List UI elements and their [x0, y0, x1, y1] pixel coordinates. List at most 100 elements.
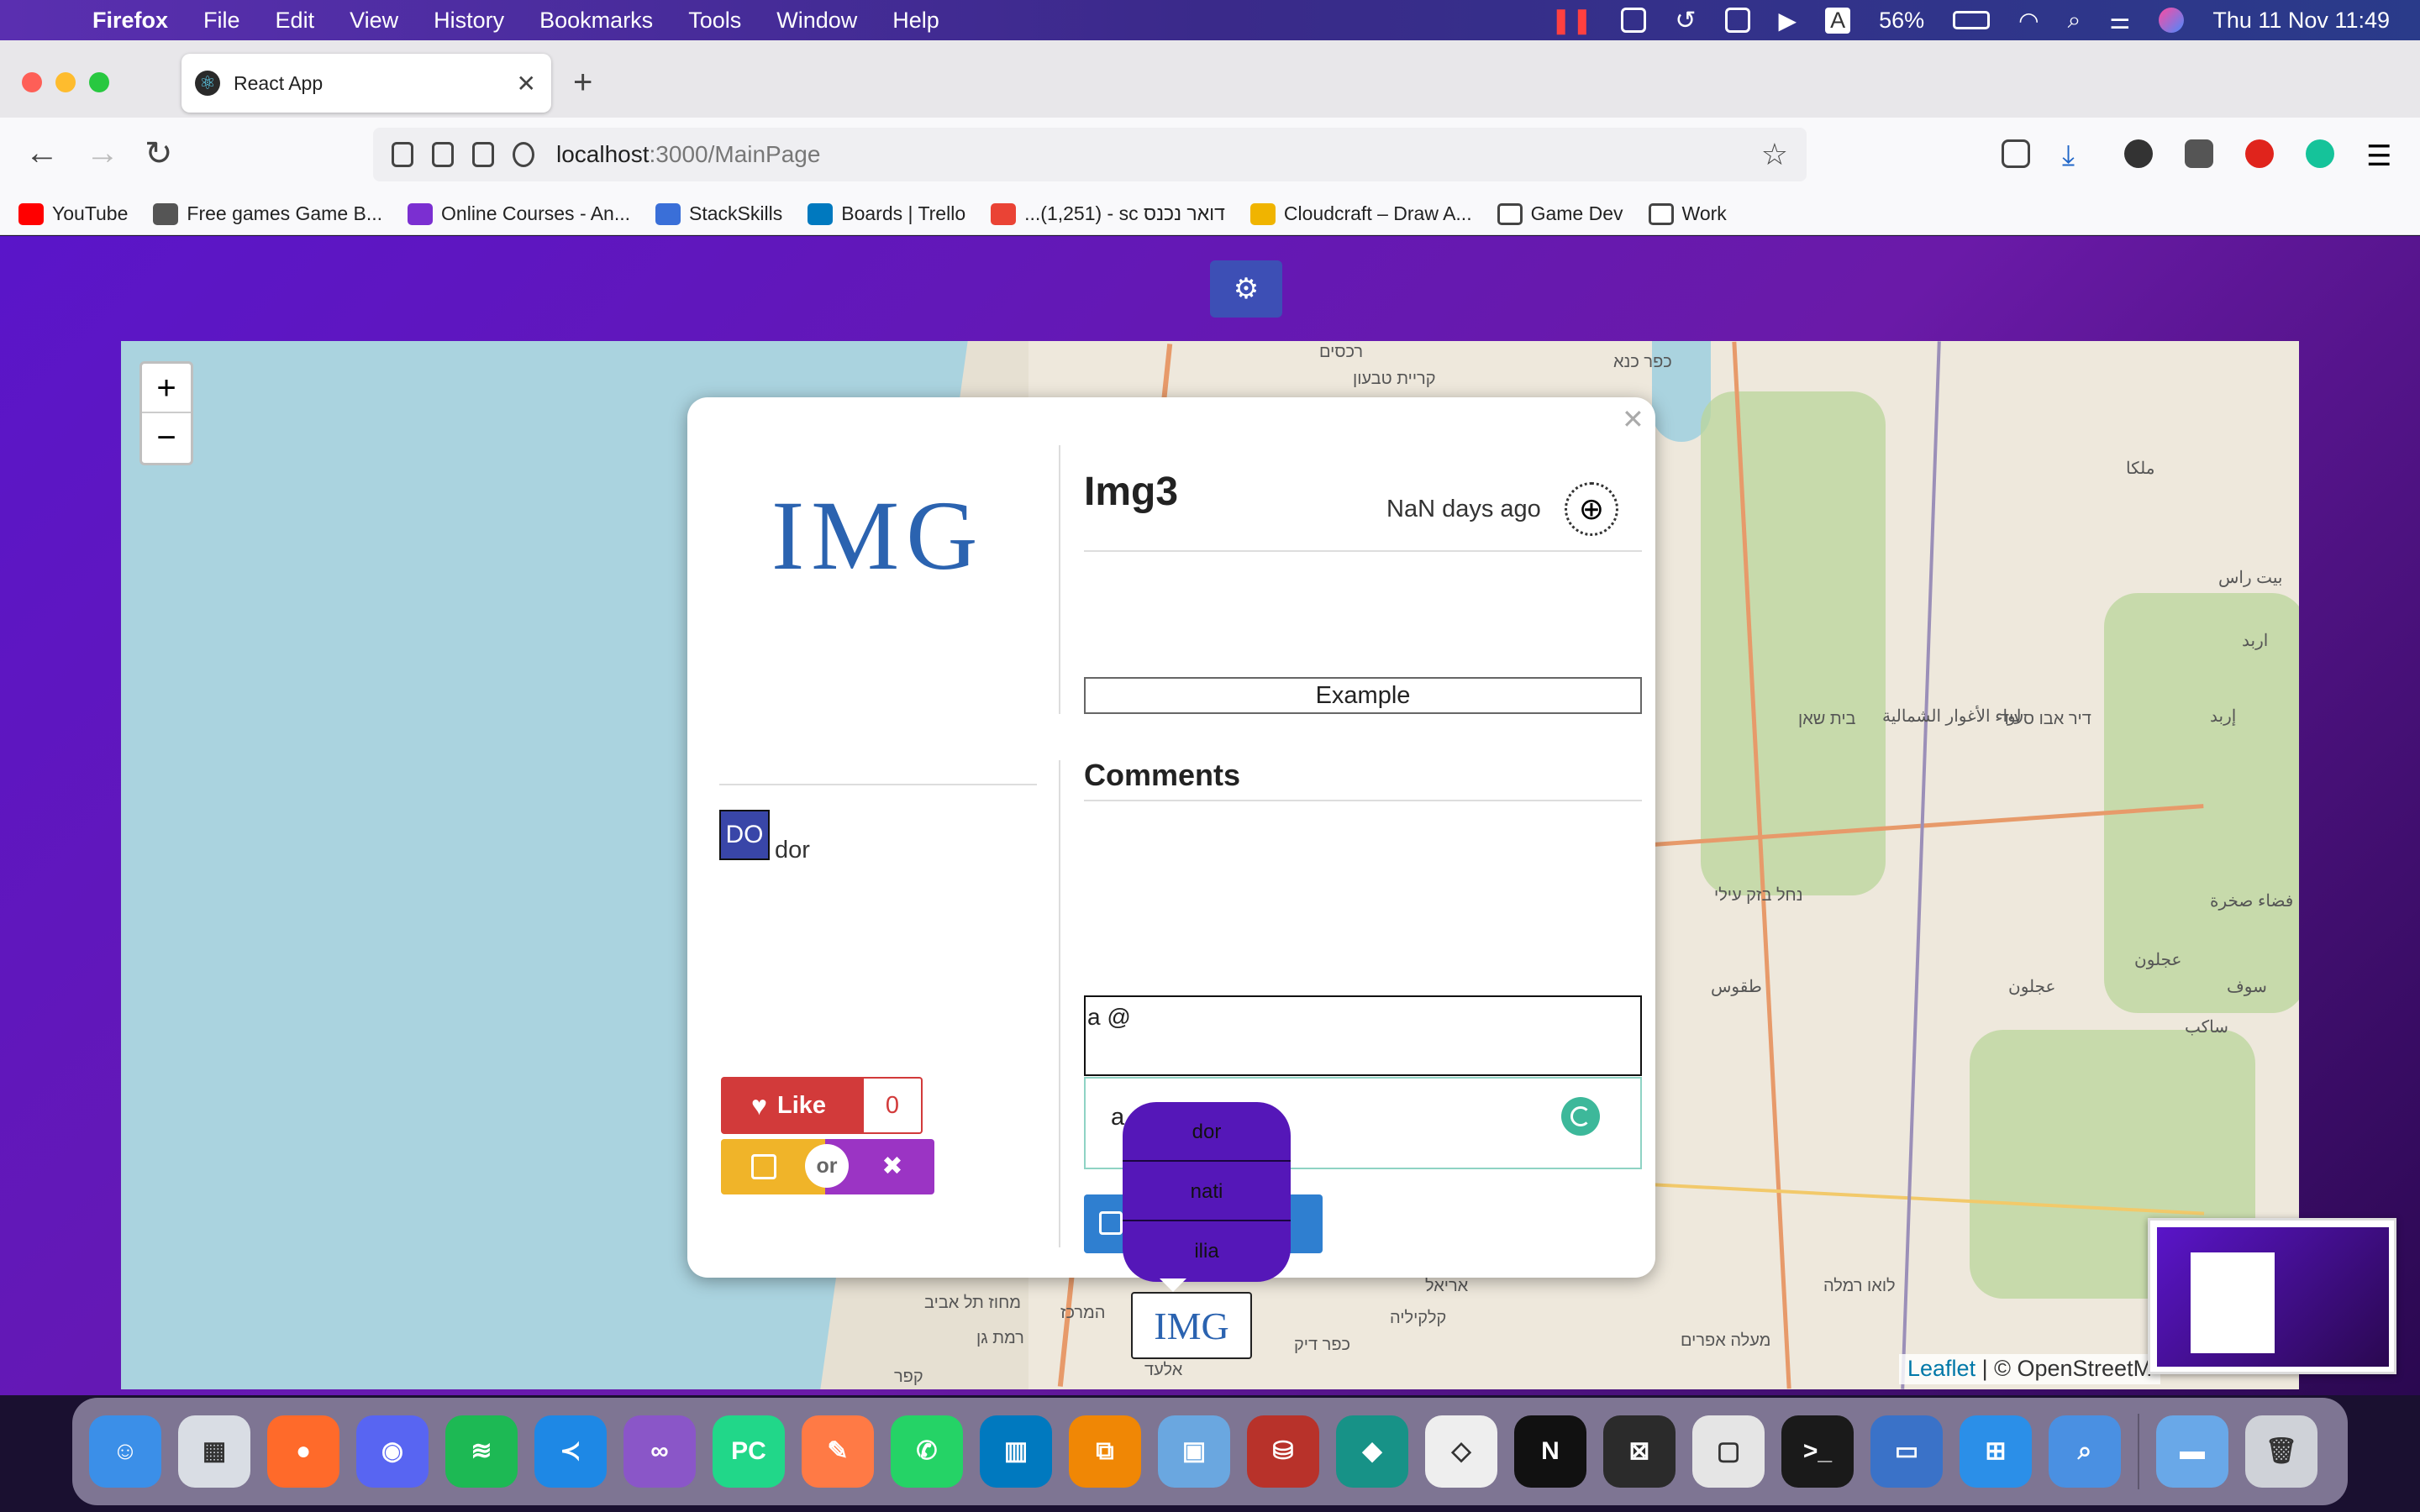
zoom-in-button[interactable]: +	[142, 364, 191, 413]
heart-icon: ♥	[751, 1089, 767, 1121]
bookmark-star-icon[interactable]: ☆	[1761, 137, 1788, 172]
menu-help[interactable]: Help	[892, 8, 939, 34]
grammarly-icon[interactable]	[2306, 139, 2334, 168]
new-tab-button[interactable]: +	[573, 64, 592, 102]
bookmark-item[interactable]: Cloudcraft – Draw A...	[1249, 202, 1472, 225]
comment-textarea[interactable]: a @	[1084, 995, 1642, 1076]
comments-divider	[1084, 800, 1642, 801]
tab-react-app[interactable]: ⚛ React App ✕	[182, 54, 551, 113]
siri-icon[interactable]	[2159, 8, 2185, 33]
page-info-icon[interactable]	[432, 142, 454, 167]
adblock-plus-icon[interactable]	[2245, 139, 2274, 168]
menu-file[interactable]: File	[203, 8, 240, 34]
spotlight-search-icon[interactable]: ⌕	[2068, 7, 2081, 34]
menu-edit[interactable]: Edit	[276, 8, 315, 34]
firefox-icon[interactable]: ●	[267, 1415, 339, 1488]
remote-desktop-icon[interactable]: ▭	[1870, 1415, 1943, 1488]
drawio-icon[interactable]: ⧉	[1069, 1415, 1141, 1488]
ublock-icon[interactable]	[2185, 139, 2213, 168]
menu-window[interactable]: Window	[776, 8, 857, 34]
status-app-icon[interactable]	[1621, 8, 1647, 33]
control-center-icon[interactable]: ⚌	[2109, 7, 2130, 34]
bookmark-item[interactable]: StackSkills	[655, 202, 782, 225]
bookmark-label: Work	[1681, 202, 1727, 224]
input-source-icon[interactable]: A	[1825, 7, 1851, 34]
gitkraken-icon[interactable]: ◆	[1336, 1415, 1408, 1488]
whatsapp-icon[interactable]: ✆	[891, 1415, 963, 1488]
tracking-shield-icon[interactable]	[392, 142, 413, 167]
mention-option-nati[interactable]: nati	[1123, 1162, 1291, 1221]
leaflet-link[interactable]: Leaflet	[1907, 1356, 1975, 1381]
windows-icon[interactable]: ⊞	[1960, 1415, 2032, 1488]
extension-s-icon[interactable]	[2124, 139, 2153, 168]
wifi-icon[interactable]: ◠	[2018, 7, 2039, 34]
clock[interactable]: Thu 11 Nov 11:49	[2212, 8, 2390, 34]
pycharm-icon[interactable]: PC	[713, 1415, 785, 1488]
folder-icon[interactable]: ▬	[2156, 1415, 2228, 1488]
url-bar[interactable]: localhost :3000/MainPage ☆	[373, 128, 1807, 181]
media-play-icon[interactable]: ▶	[1779, 7, 1797, 34]
bookmark-label: Game Dev	[1530, 202, 1623, 224]
url-path: :3000/MainPage	[649, 141, 821, 167]
launchpad-icon[interactable]: ▦	[178, 1415, 250, 1488]
hamburger-menu-icon[interactable]: ☰	[2366, 139, 2395, 172]
vectornator-icon[interactable]: ✎	[802, 1415, 874, 1488]
app-menu-firefox[interactable]: Firefox	[92, 8, 168, 34]
bookmark-item[interactable]: Online Courses - An...	[408, 202, 630, 225]
window-minimize-button[interactable]	[55, 72, 76, 92]
modal-close-icon[interactable]: ✕	[1622, 403, 1644, 435]
mention-option-ilia[interactable]: ilia	[1123, 1221, 1291, 1281]
map-image-marker[interactable]: IMG	[1131, 1292, 1252, 1359]
spotify-icon[interactable]: ≋	[445, 1415, 518, 1488]
pocket-icon[interactable]	[2002, 139, 2030, 168]
database-icon[interactable]: ⛁	[1247, 1415, 1319, 1488]
settings-button[interactable]: ⚙	[1210, 260, 1282, 318]
example-button[interactable]: Example	[1084, 677, 1642, 714]
downloads-icon[interactable]: ⤓	[2062, 139, 2091, 171]
tab-close-icon[interactable]: ✕	[517, 70, 536, 97]
menu-view[interactable]: View	[350, 8, 398, 34]
window-zoom-button[interactable]	[89, 72, 109, 92]
discord-icon[interactable]: ◉	[356, 1415, 429, 1488]
preview-icon[interactable]: ▣	[1158, 1415, 1230, 1488]
menu-bookmarks[interactable]: Bookmarks	[539, 8, 653, 34]
bookmark-item[interactable]: ...(1,251) - sc דואר נכנס	[991, 202, 1225, 225]
battery-icon[interactable]	[1953, 11, 1991, 29]
bookmark-item[interactable]: Free games Game B...	[153, 202, 382, 225]
map-place-label: אלעד	[1144, 1361, 1183, 1379]
reload-button[interactable]: ↻	[145, 134, 173, 173]
bookmark-item[interactable]: Work	[1648, 202, 1727, 225]
bookmark-item[interactable]: Game Dev	[1497, 202, 1623, 225]
vscode-icon[interactable]: ≺	[534, 1415, 607, 1488]
like-button[interactable]: ♥ Like	[721, 1077, 865, 1134]
back-button[interactable]: ←	[25, 134, 59, 172]
parallels-icon[interactable]: ❚❚	[1550, 6, 1592, 35]
forward-button[interactable]: →	[86, 134, 119, 172]
bookmark-item[interactable]: Boards | Trello	[808, 202, 965, 225]
unity-icon[interactable]: ◇	[1425, 1415, 1497, 1488]
globe-icon[interactable]: ⊕	[1565, 482, 1618, 536]
rectangle-app-icon[interactable]	[1724, 8, 1750, 33]
screenshot-preview-thumbnail[interactable]	[2148, 1218, 2396, 1374]
bookmark-item[interactable]: YouTube	[18, 202, 128, 225]
mention-option-dor[interactable]: dor	[1123, 1102, 1291, 1162]
location-icon[interactable]	[513, 142, 534, 167]
unity-hub-icon[interactable]: ⊠	[1603, 1415, 1676, 1488]
permissions-icon[interactable]	[472, 142, 494, 167]
trello-icon[interactable]: ▥	[980, 1415, 1052, 1488]
search-tool-icon[interactable]: ⌕	[2049, 1415, 2121, 1488]
terminal-icon[interactable]: >_	[1781, 1415, 1854, 1488]
messenger-icon[interactable]: ▢	[1692, 1415, 1765, 1488]
netflix-icon[interactable]: N	[1514, 1415, 1586, 1488]
visual-studio-icon[interactable]: ∞	[623, 1415, 696, 1488]
zoom-out-button[interactable]: −	[142, 413, 191, 463]
menu-history[interactable]: History	[434, 8, 504, 34]
trash-icon[interactable]: 🗑	[2245, 1415, 2317, 1488]
time-machine-icon[interactable]: ↺	[1675, 6, 1696, 35]
finder-icon[interactable]: ☺	[89, 1415, 161, 1488]
menu-tools[interactable]: Tools	[688, 8, 741, 34]
bookmark-label: Boards | Trello	[841, 202, 966, 224]
map-place-label: המרכז	[1060, 1304, 1106, 1322]
bookmark-label: Free games Game B...	[187, 202, 383, 224]
window-close-button[interactable]	[22, 72, 42, 92]
